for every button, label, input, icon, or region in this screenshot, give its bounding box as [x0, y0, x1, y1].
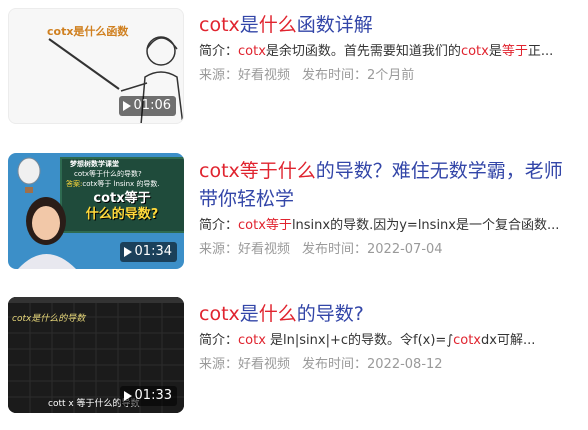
video-thumbnail[interactable]: cotx是什么的导数 cott x 等于什么的导数 01:33	[8, 297, 184, 413]
publish-time: 发布时间：2022-08-12	[302, 357, 443, 372]
big-text-line: 什么的导数?	[85, 207, 159, 222]
duration-badge: 01:34	[119, 242, 177, 262]
title-highlight: cotx	[199, 303, 240, 325]
source-label: 来源：好看视频	[199, 68, 291, 83]
result-item[interactable]: cotx是什么的导数 cott x 等于什么的导数 01:33 cotx是什么的…	[8, 297, 583, 415]
duration-badge: 01:06	[118, 96, 176, 116]
result-meta: 来源：好看视频 发布时间：2个月前	[199, 67, 579, 85]
duration-text: 01:34	[134, 244, 172, 259]
summary-label: 简介：	[199, 44, 239, 59]
title-text: 函数详解	[296, 14, 373, 36]
title-highlight: 等于	[239, 160, 278, 182]
play-icon	[122, 101, 131, 111]
summary-highlight: cotx	[460, 44, 489, 59]
thumbnail-header: 梦想树数学课堂	[70, 160, 119, 168]
title-highlight: 什么	[258, 14, 297, 36]
duration-badge: 01:33	[119, 386, 177, 406]
big-text-line: cotx等于	[93, 191, 151, 206]
summary-text: 是	[488, 44, 502, 59]
summary-highlight: cotx	[238, 333, 266, 348]
thumbnail-big-text: cotx等于 什么的导数?	[72, 191, 172, 223]
video-thumbnail[interactable]: 梦想树数学课堂 cotx等于什么的导数? 答案:cotx等于 lnsinx 的导…	[8, 153, 184, 269]
thumbnail-question: cotx等于什么的导数?	[74, 170, 142, 178]
duration-text: 01:06	[133, 98, 171, 113]
result-title[interactable]: cotx等于什么的导数？难住无数学霸，老师带你轻松学	[199, 157, 579, 213]
source-label: 来源：好看视频	[199, 242, 291, 257]
blackboard-text: cotx是什么的导数	[12, 314, 86, 324]
result-meta: 来源：好看视频 发布时间：2022-07-04	[199, 241, 579, 259]
summary-label: 简介：	[199, 333, 239, 348]
title-text: 是	[239, 303, 259, 325]
result-title[interactable]: cotx是什么函数详解	[199, 11, 579, 39]
thumbnail-answer: 答案:cotx等于 lnsinx 的导数.	[66, 179, 160, 189]
summary-text: 是ln|sinx|+c的导数。令f(x)=∫	[265, 333, 454, 348]
result-summary: 简介：cotx 是ln|sinx|+c的导数。令f(x)=∫cotxdx可解..…	[199, 332, 579, 350]
result-summary: 简介：cotx是余切函数。首先需要知道我们的cotx是等于正...	[199, 43, 579, 61]
title-text: 的导数?	[296, 303, 364, 325]
result-meta: 来源：好看视频 发布时间：2022-08-12	[199, 356, 579, 374]
result-title[interactable]: cotx是什么的导数?	[199, 300, 579, 328]
play-icon	[123, 391, 132, 401]
publish-time: 发布时间：2个月前	[302, 68, 415, 83]
summary-highlight: 等于	[501, 44, 528, 59]
summary-highlight: cotx	[238, 218, 266, 233]
presenter-avatar	[18, 197, 76, 269]
summary-text: 正...	[527, 44, 554, 59]
summary-highlight: 等于	[265, 218, 292, 233]
play-icon	[123, 247, 132, 257]
title-highlight: 什么	[258, 303, 297, 325]
summary-text: lnsinx的导数.因为y=lnsinx是一个复合函数...	[291, 218, 560, 233]
answer-label: 答案:	[66, 180, 83, 188]
video-thumbnail[interactable]: cotx是什么函数 01:06	[8, 8, 184, 124]
duration-text: 01:33	[134, 388, 172, 403]
title-highlight: 什么	[277, 160, 316, 182]
publish-time: 发布时间：2022-07-04	[302, 242, 443, 257]
title-text: 是	[239, 14, 259, 36]
summary-label: 简介：	[199, 218, 239, 233]
summary-highlight: cotx	[238, 44, 266, 59]
result-summary: 简介：cotx等于lnsinx的导数.因为y=lnsinx是一个复合函数...	[199, 217, 579, 235]
result-item[interactable]: 梦想树数学课堂 cotx等于什么的导数? 答案:cotx等于 lnsinx 的导…	[8, 153, 583, 271]
title-highlight: cotx	[199, 160, 240, 182]
summary-highlight: cotx	[453, 333, 482, 348]
title-highlight: cotx	[199, 14, 240, 36]
summary-text: 是余切函数。首先需要知道我们的	[265, 44, 461, 59]
source-label: 来源：好看视频	[199, 357, 291, 372]
summary-text: dx可解...	[481, 333, 536, 348]
answer-text: cotx等于 lnsinx 的导数.	[82, 180, 160, 188]
result-item[interactable]: cotx是什么函数 01:06 cotx是什么函数详解 简介：cotx是余切函数…	[8, 8, 583, 126]
